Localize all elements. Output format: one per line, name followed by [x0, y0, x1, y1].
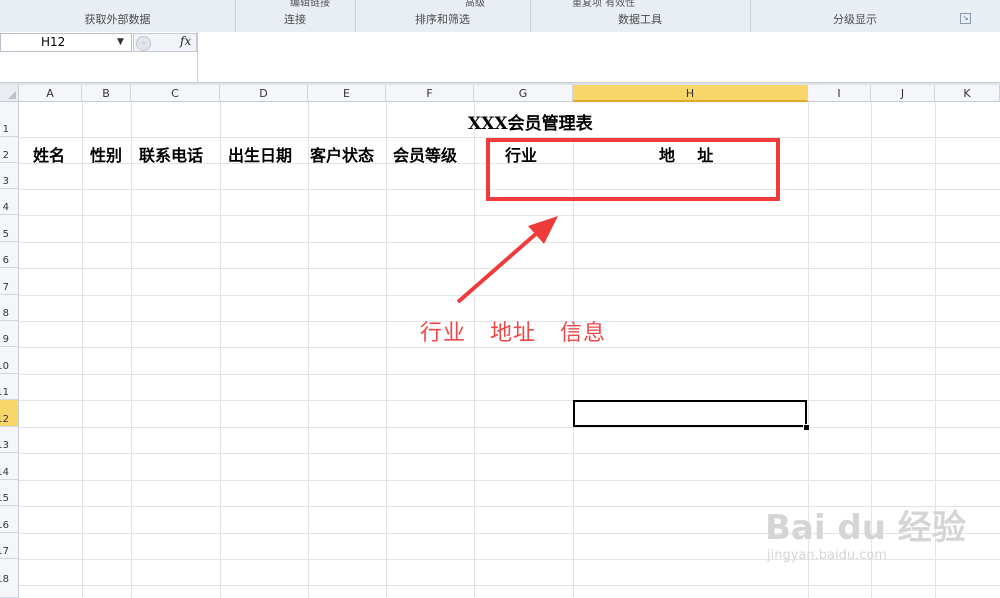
group-outline: 分级显示 — [833, 13, 877, 26]
column-header-g[interactable]: G — [474, 85, 573, 102]
row-header-9[interactable]: 9 — [0, 321, 19, 347]
gridline — [573, 137, 574, 598]
group-connections: 连接 — [284, 13, 306, 26]
formula-input[interactable] — [199, 32, 999, 81]
group-sort-filter: 排序和筛选 — [415, 13, 470, 26]
fill-handle[interactable] — [803, 424, 810, 431]
gridline — [19, 400, 1000, 401]
column-header-f[interactable]: F — [386, 85, 474, 102]
row-header-6[interactable]: 6 — [0, 242, 19, 268]
group-get-external-data: 获取外部数据 — [84, 13, 151, 26]
row-header-1[interactable]: 1 — [0, 102, 19, 137]
gridline — [19, 427, 1000, 428]
formula-divider — [197, 32, 198, 82]
column-header-j[interactable]: J — [871, 85, 935, 102]
row-header-18[interactable]: 18 — [0, 559, 19, 598]
gridline — [19, 374, 1000, 375]
gridline — [82, 102, 83, 598]
dialog-launcher-icon[interactable]: ↘ — [960, 13, 971, 24]
row-header-17[interactable]: 17 — [0, 533, 19, 559]
row-header-5[interactable]: 5 — [0, 215, 19, 242]
gridline — [386, 102, 387, 598]
row-header-12[interactable]: 12 — [0, 400, 19, 427]
name-box[interactable]: H12 ▼ — [0, 33, 132, 52]
edit-links-label[interactable]: 编辑链接 — [290, 0, 330, 9]
advanced-label[interactable]: 高级 — [465, 0, 485, 9]
header-name[interactable]: 姓名 — [33, 142, 65, 166]
gridline — [474, 102, 475, 598]
column-header-h[interactable]: H — [573, 85, 808, 102]
gridline — [19, 585, 1000, 586]
annotation-text: 行业 地址 信息 — [420, 321, 606, 346]
watermark-brand: Bai du 经验 — [765, 508, 966, 548]
select-all-corner[interactable] — [0, 85, 19, 102]
watermark-url: jingyan.baidu.com — [767, 548, 887, 563]
active-cell-h12[interactable] — [573, 400, 807, 427]
row-header-4[interactable]: 4 — [0, 189, 19, 215]
column-header-c[interactable]: C — [131, 85, 220, 102]
data-tools-label[interactable]: 重复项 有效性 — [572, 0, 635, 9]
watermark: Bai du 经验 jingyan.baidu.com — [765, 500, 966, 563]
row-header-15[interactable]: 15 — [0, 480, 19, 506]
column-header-e[interactable]: E — [308, 85, 386, 102]
gridline — [19, 480, 1000, 481]
gridline — [220, 102, 221, 598]
column-header-i[interactable]: I — [808, 85, 871, 102]
row-header-13[interactable]: 13 — [0, 427, 19, 453]
sheet-title[interactable]: XXX会员管理表 — [468, 109, 593, 134]
gridline — [131, 102, 132, 598]
annotation-arrow-icon — [456, 216, 558, 304]
formula-buttons: ◦ fx — [133, 33, 197, 52]
highlight-box — [486, 138, 780, 201]
row-header-8[interactable]: 8 — [0, 295, 19, 321]
header-phone[interactable]: 联系电话 — [139, 142, 203, 166]
gridline — [308, 102, 309, 598]
column-header-d[interactable]: D — [220, 85, 308, 102]
gridline — [19, 453, 1000, 454]
row-header-14[interactable]: 14 — [0, 453, 19, 480]
insert-function-icon[interactable]: fx — [180, 34, 191, 48]
formula-bar: H12 ▼ ◦ fx — [0, 32, 1000, 83]
header-customer-status[interactable]: 客户状态 — [310, 142, 374, 166]
header-gender[interactable]: 性别 — [90, 142, 122, 166]
column-header-b[interactable]: B — [82, 85, 131, 102]
column-header-a[interactable]: A — [19, 85, 82, 102]
group-data-tools: 数据工具 — [618, 13, 662, 26]
row-header-3[interactable]: 3 — [0, 163, 19, 189]
column-header-k[interactable]: K — [935, 85, 1000, 102]
header-birthdate[interactable]: 出生日期 — [228, 142, 292, 166]
row-header-10[interactable]: 10 — [0, 347, 19, 374]
expand-circle-icon[interactable]: ◦ — [136, 36, 151, 51]
chevron-down-icon[interactable]: ▼ — [117, 34, 124, 51]
gridline — [19, 347, 1000, 348]
header-member-level[interactable]: 会员等级 — [393, 142, 457, 166]
row-header-11[interactable]: 11 — [0, 374, 19, 400]
row-header-7[interactable]: 7 — [0, 268, 19, 295]
row-header-16[interactable]: 16 — [0, 506, 19, 533]
row-header-2[interactable]: 2 — [0, 137, 19, 163]
name-box-value: H12 — [41, 35, 66, 49]
ribbon-group-strip: 编辑链接 高级 重复项 有效性 获取外部数据 连接 排序和筛选 数据工具 分级显… — [0, 0, 1000, 33]
